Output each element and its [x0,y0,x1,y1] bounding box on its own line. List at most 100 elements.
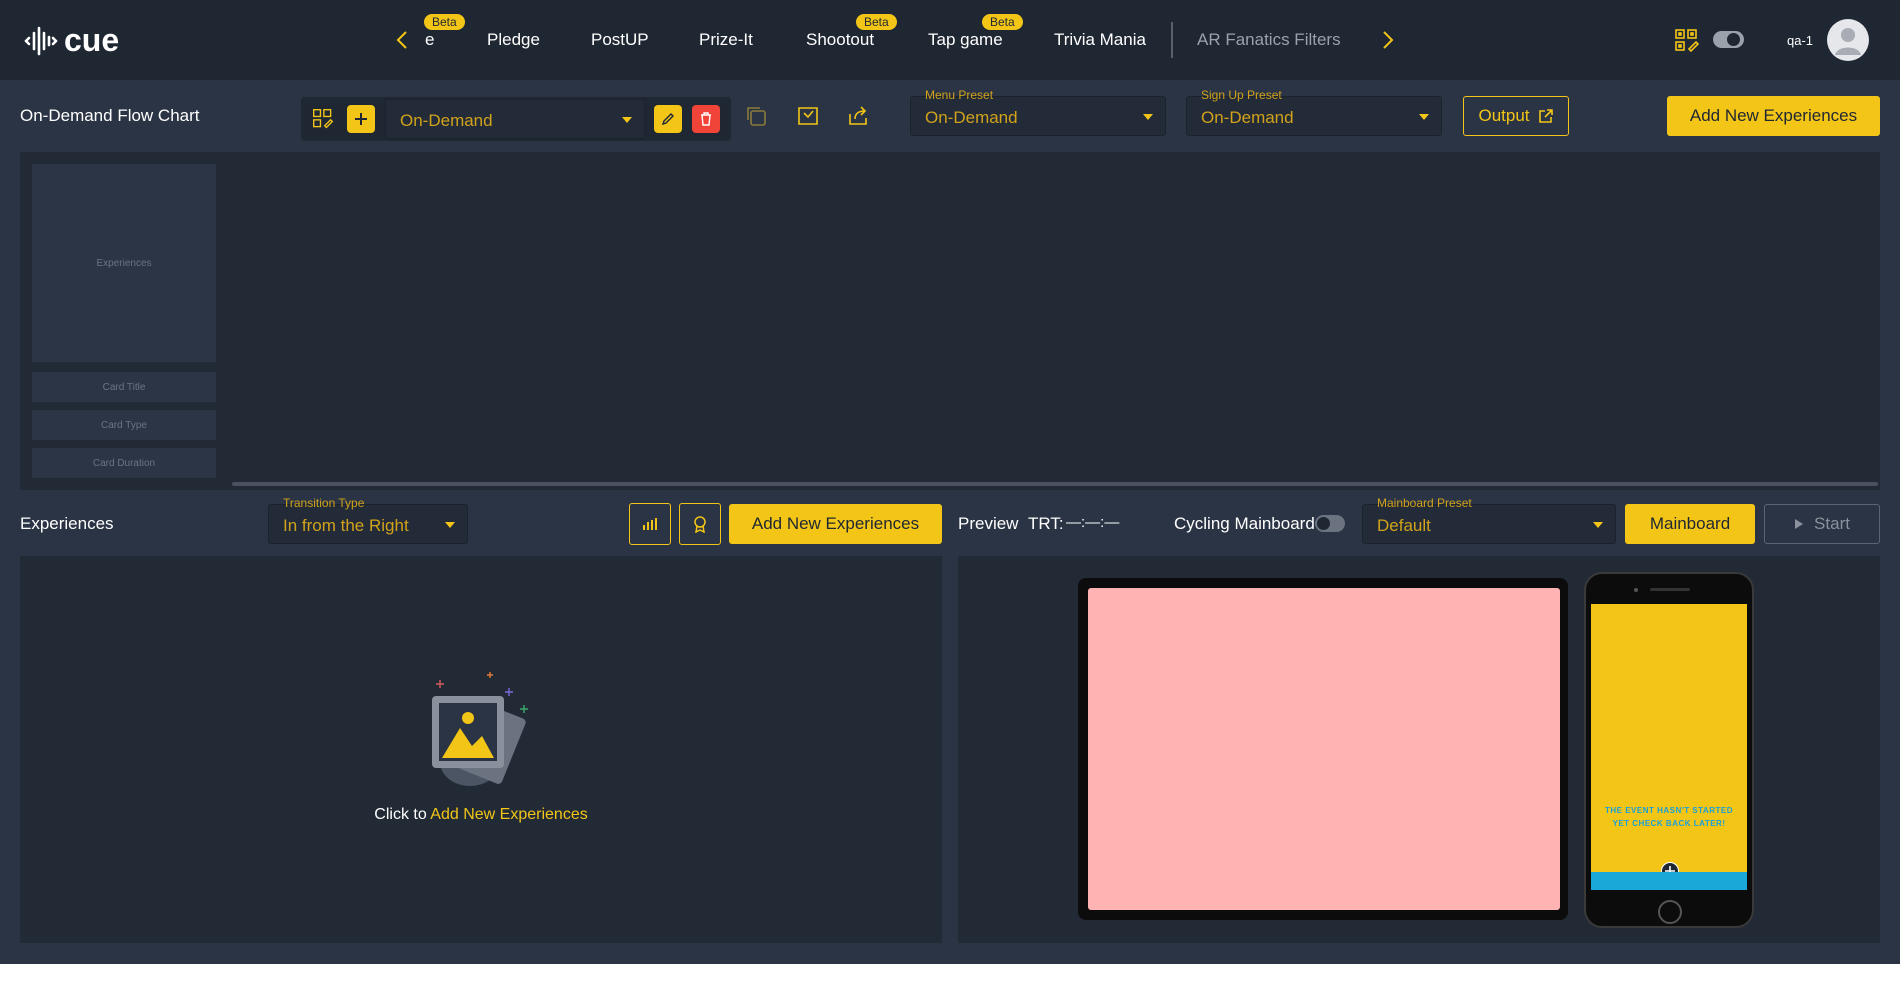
qr-code-icon [1675,29,1700,53]
signup-preset-label: Sign Up Preset [1201,88,1282,102]
phone-footer-bar [1591,872,1747,890]
transition-type-select[interactable]: Transition Type In from the Right [268,496,468,544]
user-icon [1835,28,1861,55]
duplicate-button[interactable] [744,104,768,133]
flow-card-type: Card Type [32,410,216,440]
import-button[interactable] [796,104,820,133]
flow-select-group: On-Demand [301,97,731,141]
qr-code-icon [313,109,334,129]
nav-divider [1171,22,1173,58]
experiences-panel: Click to Add New Experiences [20,556,942,943]
award-button[interactable] [679,503,721,545]
horizontal-scrollbar[interactable] [232,482,1878,486]
caret-down-icon [445,522,455,528]
preview-panel: THE EVENT HASN'T STARTED YET CHECK BACK … [958,556,1880,943]
caret-down-icon [622,117,632,123]
cycling-mainboard-toggle[interactable] [1315,515,1345,532]
add-new-experiences-button[interactable]: Add New Experiences [729,504,942,544]
mainboard-preset-select[interactable]: Mainboard Preset Default [1362,496,1616,544]
pencil-icon [661,113,674,126]
nav-prev-button[interactable] [392,28,412,52]
flow-card-preview[interactable]: Experiences [32,164,216,362]
start-button[interactable]: Start [1764,504,1880,544]
nav-tab-partial[interactable]: e [425,30,434,50]
trt-value: —:—:— [1066,514,1120,531]
logo[interactable]: cue [24,22,119,59]
flow-select[interactable]: On-Demand [385,99,645,139]
delete-flow-button[interactable] [692,105,720,133]
edit-flow-button[interactable] [654,105,682,133]
nav-tab-postup[interactable]: PostUP [591,30,649,50]
bar-chart-icon [643,518,657,530]
chevron-left-icon [396,31,407,49]
nav-tab-ar-fanatics-filters[interactable]: AR Fanatics Filters [1197,30,1341,50]
output-button[interactable]: Output [1463,96,1569,136]
mainboard-preset-value: Default [1377,516,1431,535]
stats-button[interactable] [629,503,671,545]
logo-text: cue [64,22,120,58]
phone-message: THE EVENT HASN'T STARTED YET CHECK BACK … [1605,806,1733,828]
add-new-experiences-link[interactable]: Add New Experiences [430,806,587,823]
empty-state[interactable]: Click to Add New Experiences [20,556,942,943]
qr-button[interactable] [309,105,337,133]
flow-chart-canvas[interactable]: Experiences Card Title Card Type Card Du… [20,152,1880,490]
toggle-knob [1727,33,1740,46]
avatar[interactable] [1827,19,1869,61]
share-button[interactable] [846,104,870,133]
phone-home-button [1658,900,1682,924]
caret-down-icon [1419,114,1429,120]
page-title: On-Demand Flow Chart [20,106,200,125]
transition-type-value: In from the Right [283,516,409,535]
start-label: Start [1814,514,1850,533]
nav-tab-prize-it[interactable]: Prize-It [699,30,753,50]
menu-preset-label: Menu Preset [925,88,994,102]
flow-card-title: Card Title [32,372,216,402]
phone-camera [1634,588,1638,592]
nav-tab-trivia-mania[interactable]: Trivia Mania [1054,30,1146,50]
caret-down-icon [1143,114,1153,120]
nav-tab-pledge[interactable]: Pledge [487,30,540,50]
external-link-icon [1538,109,1553,123]
tablet-screen [1088,588,1560,910]
username: qa-1 [1787,33,1814,48]
trt-label: TRT: [1028,514,1064,533]
nav-next-button[interactable] [1378,28,1398,52]
mainboard-button[interactable]: Mainboard [1625,504,1755,544]
transition-type-label: Transition Type [283,496,365,510]
theme-toggle[interactable] [1713,31,1744,48]
empty-state-prefix: Click to [374,806,427,823]
qr-edit-button[interactable] [1674,28,1700,59]
cue-logo-icon [24,26,58,55]
toggle-knob [1317,517,1330,530]
menu-preset-value: On-Demand [925,108,1018,127]
app-root: cue Beta e Pledge PostUP Prize-It Beta S… [0,0,1900,964]
phone-speaker [1650,588,1690,591]
flow-select-value: On-Demand [400,111,493,130]
preview-title: Preview [958,514,1019,533]
play-icon [1795,519,1804,529]
copy-icon [747,107,766,126]
mainboard-preset-label: Mainboard Preset [1377,496,1472,510]
trash-icon [701,112,711,126]
add-flow-button[interactable] [347,105,375,133]
chevron-right-icon [1383,31,1394,49]
image-placeholder-icon [432,672,528,786]
flow-card-duration: Card Duration [32,448,216,478]
beta-badge: Beta [856,14,897,30]
caret-down-icon [1593,522,1603,528]
import-icon [798,107,818,125]
nav-tab-tap-game[interactable]: Tap game [928,30,1003,50]
tablet-preview [1078,578,1568,920]
flowchart-toolbar: On-Demand Flow Chart On-Demand Menu Pres… [0,80,1900,152]
phone-screen: THE EVENT HASN'T STARTED YET CHECK BACK … [1591,604,1747,890]
nav-tab-shootout[interactable]: Shootout [806,30,874,50]
output-label: Output [1478,106,1530,125]
signup-preset-value: On-Demand [1201,108,1294,127]
menu-preset-select[interactable]: Menu Preset On-Demand [910,88,1166,136]
add-new-experiences-button[interactable]: Add New Experiences [1667,96,1880,136]
cycling-mainboard-label: Cycling Mainboard [1174,514,1315,533]
experiences-title: Experiences [20,514,114,533]
beta-badge: Beta [424,14,465,30]
plus-icon [355,113,367,125]
signup-preset-select[interactable]: Sign Up Preset On-Demand [1186,88,1442,136]
